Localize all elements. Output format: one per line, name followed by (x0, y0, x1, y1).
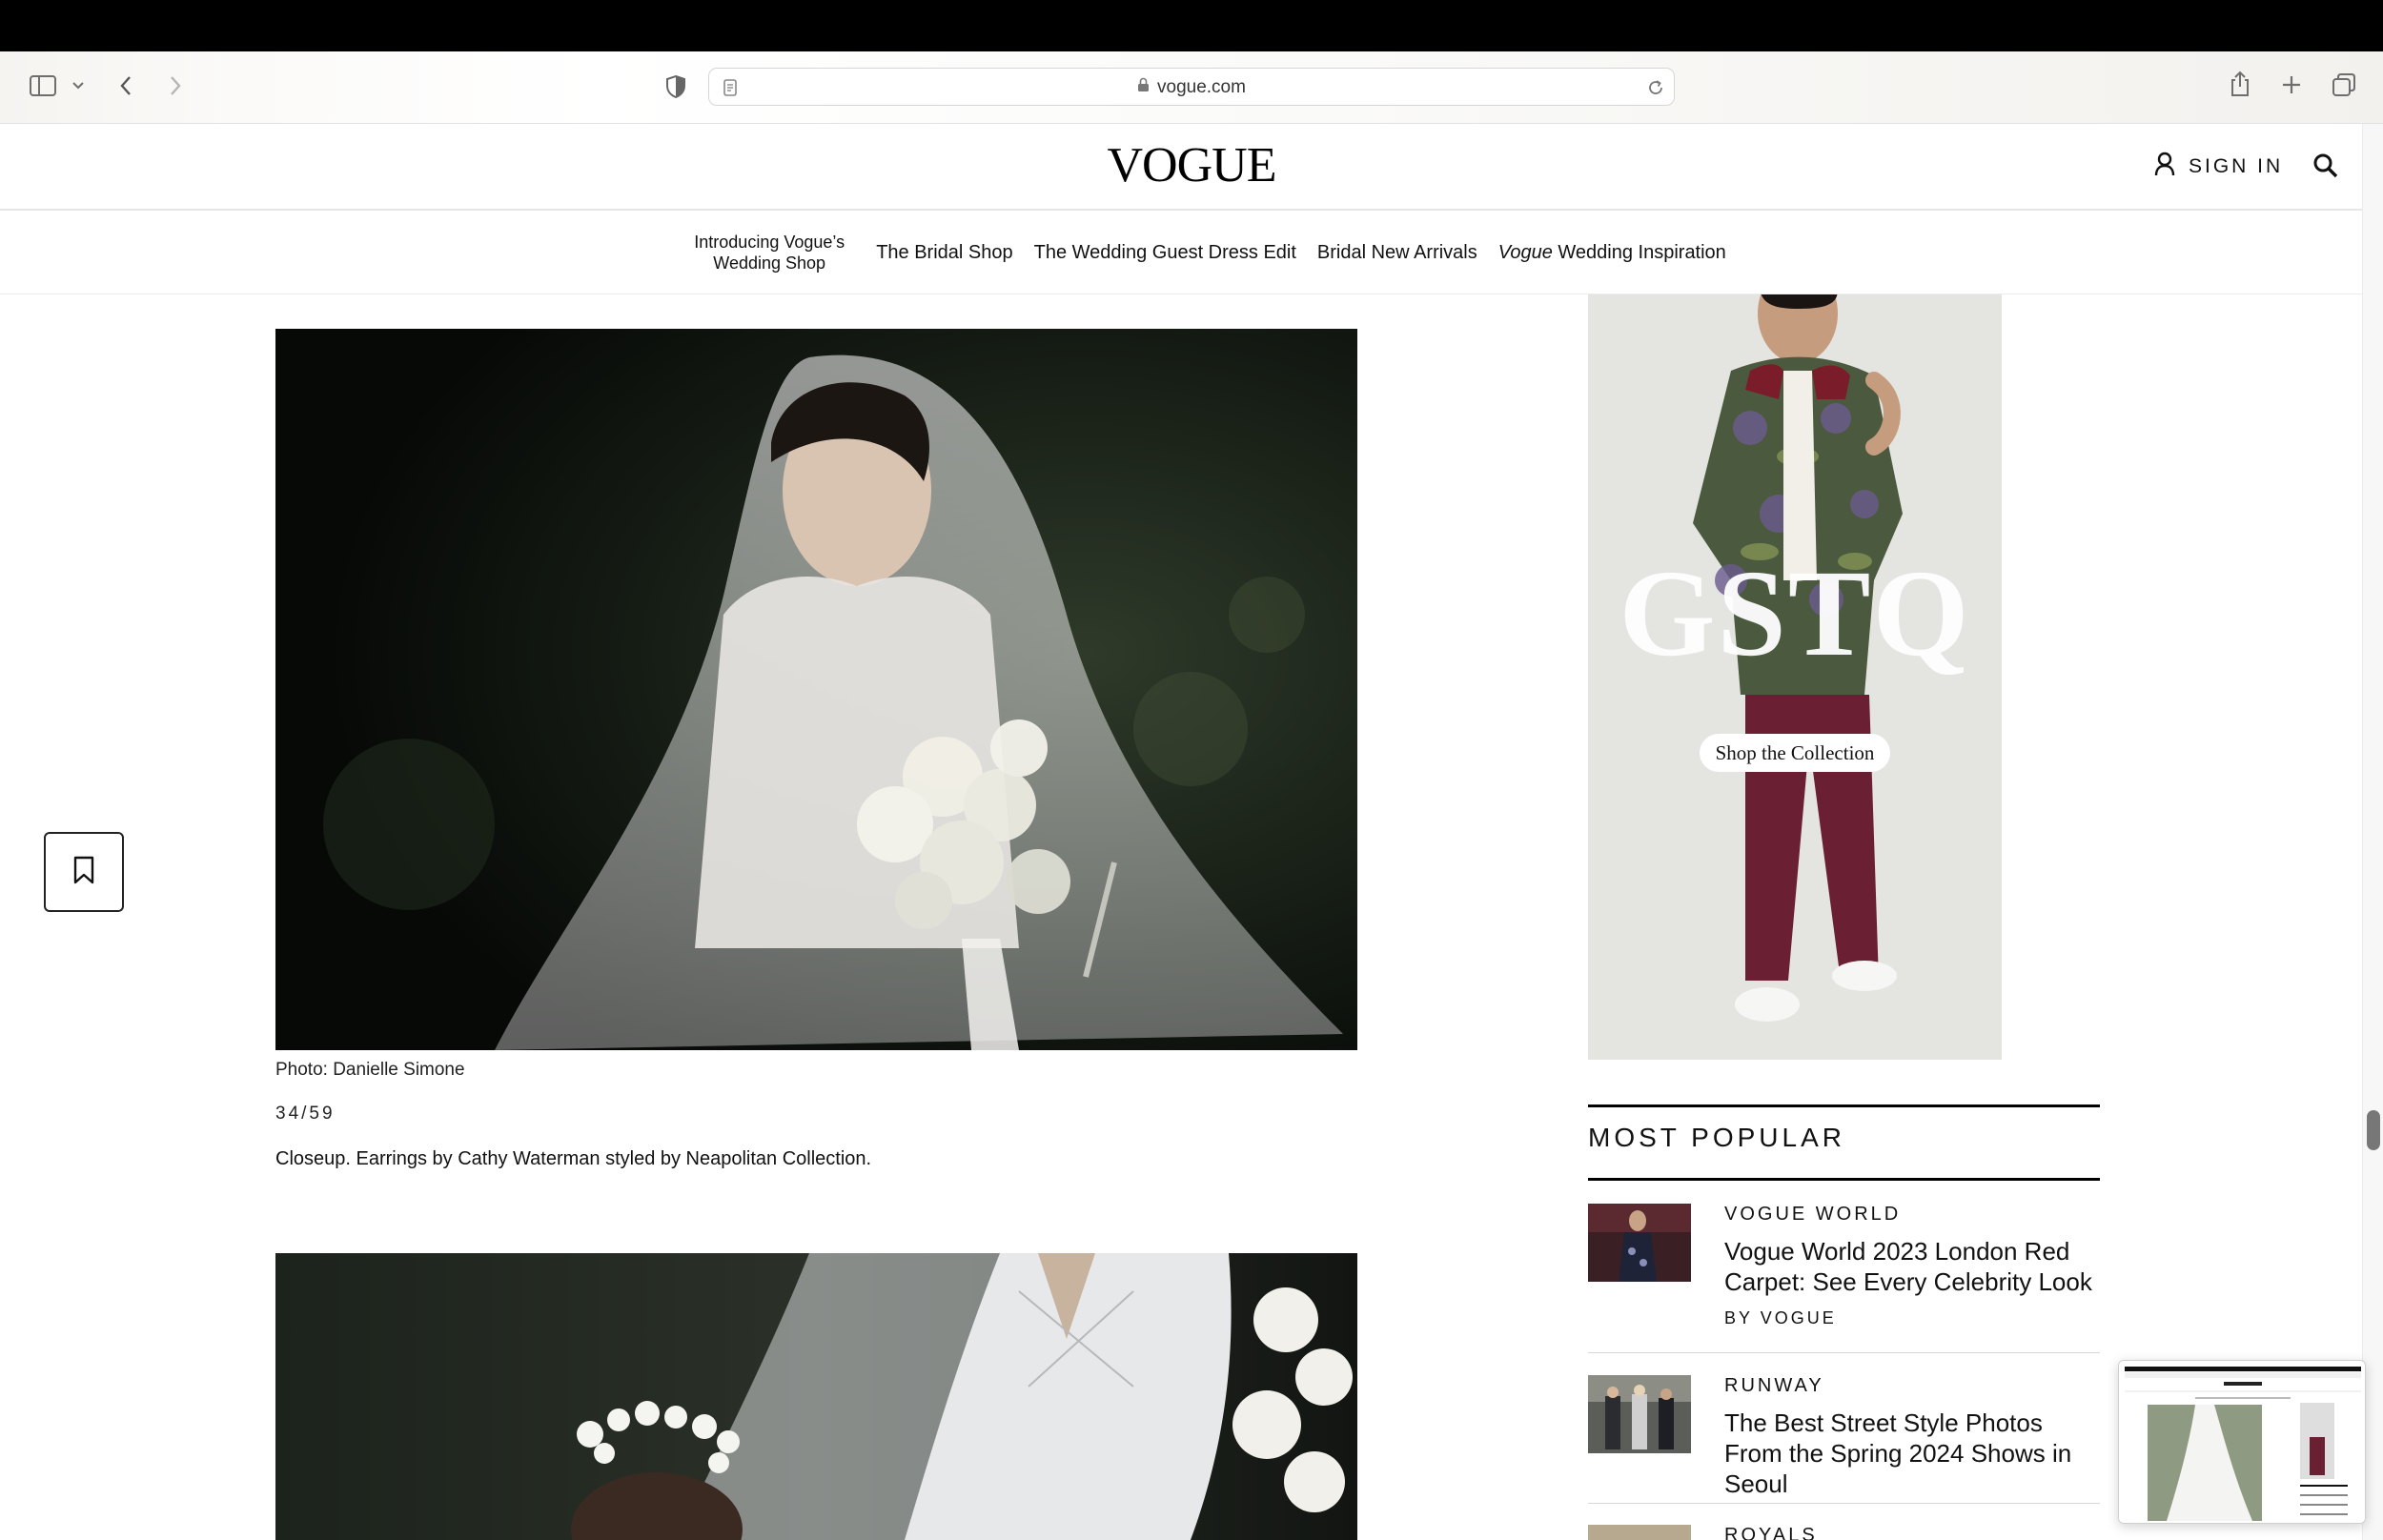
most-popular-headline[interactable]: Vogue World 2023 London Red Carpet: See … (1724, 1236, 2100, 1297)
nav-item-bridal-new-arrivals[interactable]: Bridal New Arrivals (1317, 242, 1477, 263)
chevron-down-icon[interactable] (69, 76, 88, 95)
most-popular-thumbnail[interactable] (1588, 1525, 1691, 1540)
system-menu-bar (0, 0, 2383, 51)
save-bookmark-button[interactable] (44, 832, 124, 912)
ad-brand-wordmark: GSTQ (1619, 545, 1971, 682)
reload-icon[interactable] (1645, 77, 1666, 98)
bride-flower-crown-illustration (275, 1253, 1357, 1540)
nav-item-wedding-shop[interactable]: Introducing Vogue’s Wedding Shop (683, 232, 855, 274)
page-scrollbar[interactable] (2362, 124, 2383, 1540)
nav-item-wedding-inspiration[interactable]: Vogue Wedding Inspiration (1498, 242, 1726, 263)
sign-in-button[interactable]: SIGN IN (2154, 151, 2283, 183)
most-popular-item[interactable]: RUNWAY The Best Street Style Photos From… (1588, 1375, 2100, 1498)
ad-shop-collection-button[interactable]: Shop the Collection (1700, 734, 1890, 772)
new-tab-icon[interactable] (2278, 71, 2305, 98)
url-text: vogue.com (1157, 77, 1246, 97)
share-icon[interactable] (2227, 68, 2253, 100)
most-popular-divider (1588, 1352, 2100, 1353)
bride-veil-illustration (275, 329, 1357, 1050)
photo-caption: Closeup. Earrings by Cathy Waterman styl… (275, 1148, 872, 1169)
tab-overview-icon[interactable] (2330, 71, 2358, 99)
most-popular-headline[interactable]: The Best Street Style Photos From the Sp… (1724, 1408, 2100, 1499)
nav-item-guest-dress-edit[interactable]: The Wedding Guest Dress Edit (1034, 242, 1296, 263)
gstq-advertisement[interactable]: GSTQ Shop the Collection (1588, 294, 2002, 1060)
most-popular-bottom-rule (1588, 1178, 2100, 1181)
search-icon[interactable] (2312, 152, 2343, 183)
gallery-counter: 34/59 (275, 1104, 336, 1124)
forward-icon[interactable] (162, 71, 189, 100)
nav-item-vogue-italic: Vogue (1497, 242, 1553, 263)
most-popular-top-rule (1588, 1104, 2100, 1107)
gallery-photo-bride-veil[interactable] (275, 329, 1357, 1050)
most-popular-heading: MOST POPULAR (1588, 1123, 1845, 1152)
tab-preview-illustration (2119, 1361, 2365, 1523)
lock-icon (1137, 77, 1150, 98)
most-popular-category[interactable]: RUNWAY (1724, 1375, 1824, 1397)
most-popular-divider (1588, 1503, 2100, 1504)
user-icon (2154, 152, 2175, 182)
back-icon[interactable] (112, 71, 139, 100)
url-display[interactable]: vogue.com (709, 69, 1674, 107)
tab-preview-thumbnail[interactable] (2118, 1360, 2366, 1524)
privacy-shield-icon[interactable] (662, 72, 690, 101)
sidebar-toggle-icon[interactable] (27, 71, 59, 100)
most-popular-category[interactable]: VOGUE WORLD (1724, 1204, 1901, 1226)
bookmark-icon (71, 855, 96, 890)
nav-item-inspiration-text: Wedding Inspiration (1552, 242, 1726, 263)
site-header: VOGUE SIGN IN (0, 124, 2362, 211)
scrollbar-thumb[interactable] (2367, 1110, 2380, 1150)
most-popular-item[interactable]: ROYALS (1588, 1525, 2100, 1540)
most-popular-thumbnail[interactable] (1588, 1375, 1691, 1453)
wedding-subnav: Introducing Vogue’s Wedding Shop The Bri… (0, 211, 2362, 294)
sign-in-label: SIGN IN (2189, 155, 2284, 177)
most-popular-category[interactable]: ROYALS (1724, 1525, 1818, 1540)
vogue-logo[interactable]: VOGUE (1049, 137, 1334, 193)
photo-credit: Photo: Danielle Simone (275, 1060, 465, 1080)
browser-toolbar: vogue.com (0, 51, 2383, 124)
most-popular-item[interactable]: VOGUE WORLD Vogue World 2023 London Red … (1588, 1204, 2100, 1332)
most-popular-thumbnail[interactable] (1588, 1204, 1691, 1282)
most-popular-byline: BY VOGUE (1724, 1308, 1837, 1327)
address-bar[interactable]: vogue.com (708, 68, 1675, 106)
nav-item-bridal-shop[interactable]: The Bridal Shop (876, 242, 1012, 263)
gallery-photo-bride-flower-crown[interactable] (275, 1253, 1357, 1540)
